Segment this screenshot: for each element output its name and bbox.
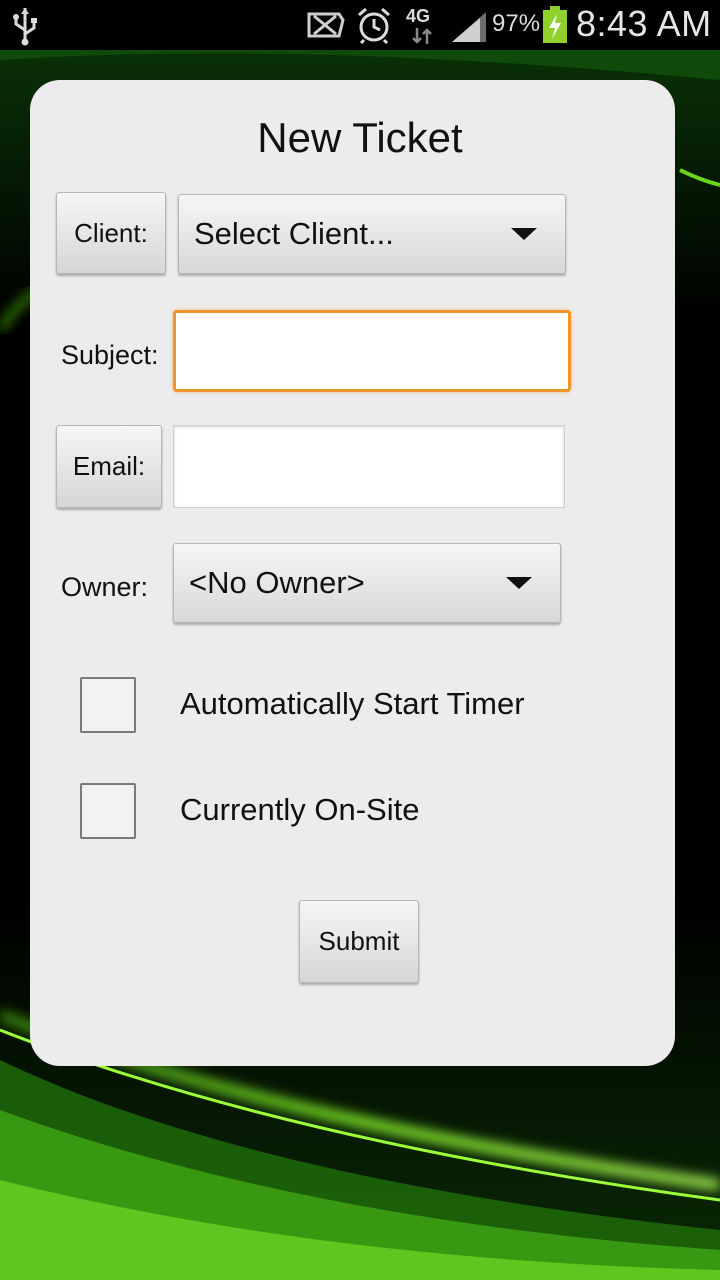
subject-label: Subject: xyxy=(61,340,159,370)
network-type-label: 4G xyxy=(406,6,431,26)
on-site-checkbox[interactable] xyxy=(80,783,136,839)
signal-icon xyxy=(452,12,486,42)
clock: 8:43 AM xyxy=(576,3,712,44)
auto-start-timer-label[interactable]: Automatically Start Timer xyxy=(180,686,525,722)
owner-select[interactable]: <No Owner> xyxy=(173,543,561,623)
client-select-value: Select Client... xyxy=(194,216,394,251)
notification-icon xyxy=(307,12,345,38)
submit-button[interactable]: Submit xyxy=(299,900,419,983)
dropdown-arrow-icon xyxy=(511,228,537,240)
on-site-label[interactable]: Currently On-Site xyxy=(180,792,419,828)
email-button[interactable]: Email: xyxy=(56,425,162,508)
owner-select-value: <No Owner> xyxy=(189,565,365,600)
dialog-title: New Ticket xyxy=(257,114,463,161)
email-input[interactable] xyxy=(173,425,565,508)
auto-start-timer-checkbox[interactable] xyxy=(80,677,136,733)
subject-input[interactable] xyxy=(173,310,571,392)
network-4g-icon: 4G xyxy=(402,6,442,46)
client-select[interactable]: Select Client... xyxy=(178,194,566,274)
status-bar: 4G 97% 8:43 AM xyxy=(0,0,720,50)
client-button[interactable]: Client: xyxy=(56,192,166,274)
owner-label: Owner: xyxy=(61,572,149,602)
dropdown-arrow-icon xyxy=(506,577,532,589)
usb-icon xyxy=(13,8,37,46)
battery-percent: 97% xyxy=(492,10,541,37)
battery-charging-icon xyxy=(543,6,567,43)
alarm-icon xyxy=(358,7,390,44)
